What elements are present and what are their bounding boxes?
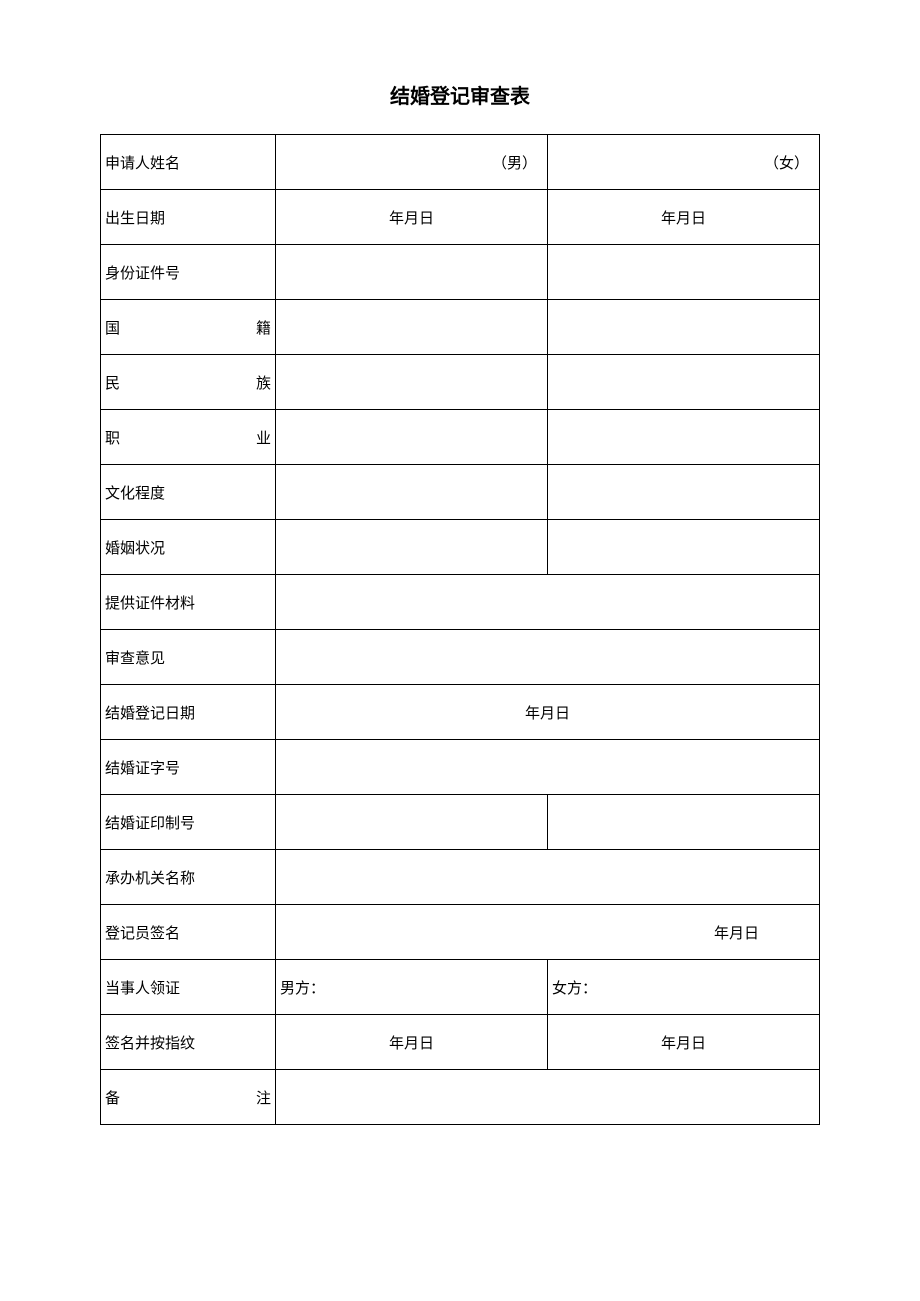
label-registrar-signature: 登记员签名	[101, 905, 276, 960]
label-marital-status: 婚姻状况	[101, 520, 276, 575]
cell-female-print-number	[548, 795, 820, 850]
label-occupation: 职 业	[101, 410, 276, 465]
cell-female-party: 女方：	[548, 960, 820, 1015]
label-signature-fingerprint: 签名并按指纹	[101, 1015, 276, 1070]
cell-female-ethnicity	[548, 355, 820, 410]
row-signature-fingerprint: 签名并按指纹 年月日 年月日	[101, 1015, 820, 1070]
cell-registrar-signature: 年月日	[276, 905, 820, 960]
label-print-number: 结婚证印制号	[101, 795, 276, 850]
cell-male-occupation	[276, 410, 548, 465]
row-certificate-number: 结婚证字号	[101, 740, 820, 795]
label-agency-name: 承办机关名称	[101, 850, 276, 905]
cell-female-nationality	[548, 300, 820, 355]
cell-male-nationality	[276, 300, 548, 355]
cell-female-marital	[548, 520, 820, 575]
label-party-receipt: 当事人领证	[101, 960, 276, 1015]
row-review-opinion: 审查意见	[101, 630, 820, 685]
label-education: 文化程度	[101, 465, 276, 520]
row-print-number: 结婚证印制号	[101, 795, 820, 850]
cell-female-education	[548, 465, 820, 520]
row-documents: 提供证件材料	[101, 575, 820, 630]
cell-male-id	[276, 245, 548, 300]
cell-certificate-number	[276, 740, 820, 795]
cell-male-birth: 年月日	[276, 190, 548, 245]
cell-female-name: （女）	[548, 135, 820, 190]
row-remarks: 备 注	[101, 1070, 820, 1125]
label-documents: 提供证件材料	[101, 575, 276, 630]
label-nationality: 国 籍	[101, 300, 276, 355]
row-registrar-signature: 登记员签名 年月日	[101, 905, 820, 960]
cell-male-marital	[276, 520, 548, 575]
label-review-opinion: 审查意见	[101, 630, 276, 685]
cell-documents	[276, 575, 820, 630]
cell-male-sign-date: 年月日	[276, 1015, 548, 1070]
cell-female-birth: 年月日	[548, 190, 820, 245]
row-agency-name: 承办机关名称	[101, 850, 820, 905]
row-birth-date: 出生日期 年月日 年月日	[101, 190, 820, 245]
page-title: 结婚登记审查表	[100, 80, 820, 109]
label-birth-date: 出生日期	[101, 190, 276, 245]
label-remarks: 备 注	[101, 1070, 276, 1125]
cell-review-opinion	[276, 630, 820, 685]
cell-female-occupation	[548, 410, 820, 465]
row-occupation: 职 业	[101, 410, 820, 465]
row-registration-date: 结婚登记日期 年月日	[101, 685, 820, 740]
form-table: 申请人姓名 （男） （女） 出生日期 年月日 年月日 身份证件号 国 籍 民 族…	[100, 134, 820, 1125]
row-ethnicity: 民 族	[101, 355, 820, 410]
row-education: 文化程度	[101, 465, 820, 520]
cell-registration-date: 年月日	[276, 685, 820, 740]
cell-male-ethnicity	[276, 355, 548, 410]
cell-remarks	[276, 1070, 820, 1125]
cell-male-print-number	[276, 795, 548, 850]
row-nationality: 国 籍	[101, 300, 820, 355]
row-party-receipt: 当事人领证 男方： 女方：	[101, 960, 820, 1015]
cell-female-sign-date: 年月日	[548, 1015, 820, 1070]
label-registration-date: 结婚登记日期	[101, 685, 276, 740]
label-applicant-name: 申请人姓名	[101, 135, 276, 190]
row-id-number: 身份证件号	[101, 245, 820, 300]
label-id-number: 身份证件号	[101, 245, 276, 300]
cell-agency-name	[276, 850, 820, 905]
label-ethnicity: 民 族	[101, 355, 276, 410]
cell-male-name: （男）	[276, 135, 548, 190]
row-applicant-name: 申请人姓名 （男） （女）	[101, 135, 820, 190]
cell-male-education	[276, 465, 548, 520]
label-certificate-number: 结婚证字号	[101, 740, 276, 795]
row-marital-status: 婚姻状况	[101, 520, 820, 575]
cell-female-id	[548, 245, 820, 300]
cell-male-party: 男方：	[276, 960, 548, 1015]
